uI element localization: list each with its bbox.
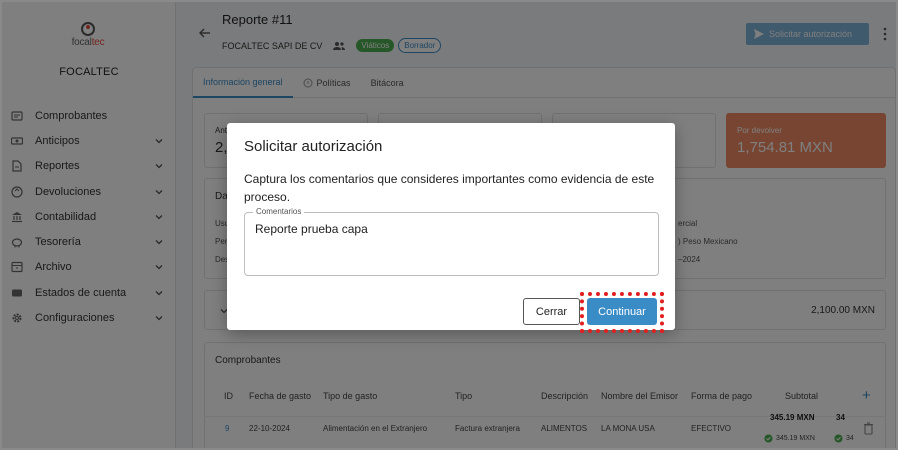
dialog-description: Captura los comentarios que consideres i… [244,172,655,204]
dialog-title: Solicitar autorización [244,138,383,155]
continue-button-highlight [580,292,664,333]
app-window: focaltec FOCALTEC Comprobantes Anticipos… [0,0,898,450]
close-button[interactable]: Cerrar [523,298,580,325]
comments-field-label: Comentarios [253,207,305,216]
comments-field[interactable]: Comentarios Reporte prueba capa [244,207,659,276]
comments-field-value[interactable]: Reporte prueba capa [255,222,368,236]
